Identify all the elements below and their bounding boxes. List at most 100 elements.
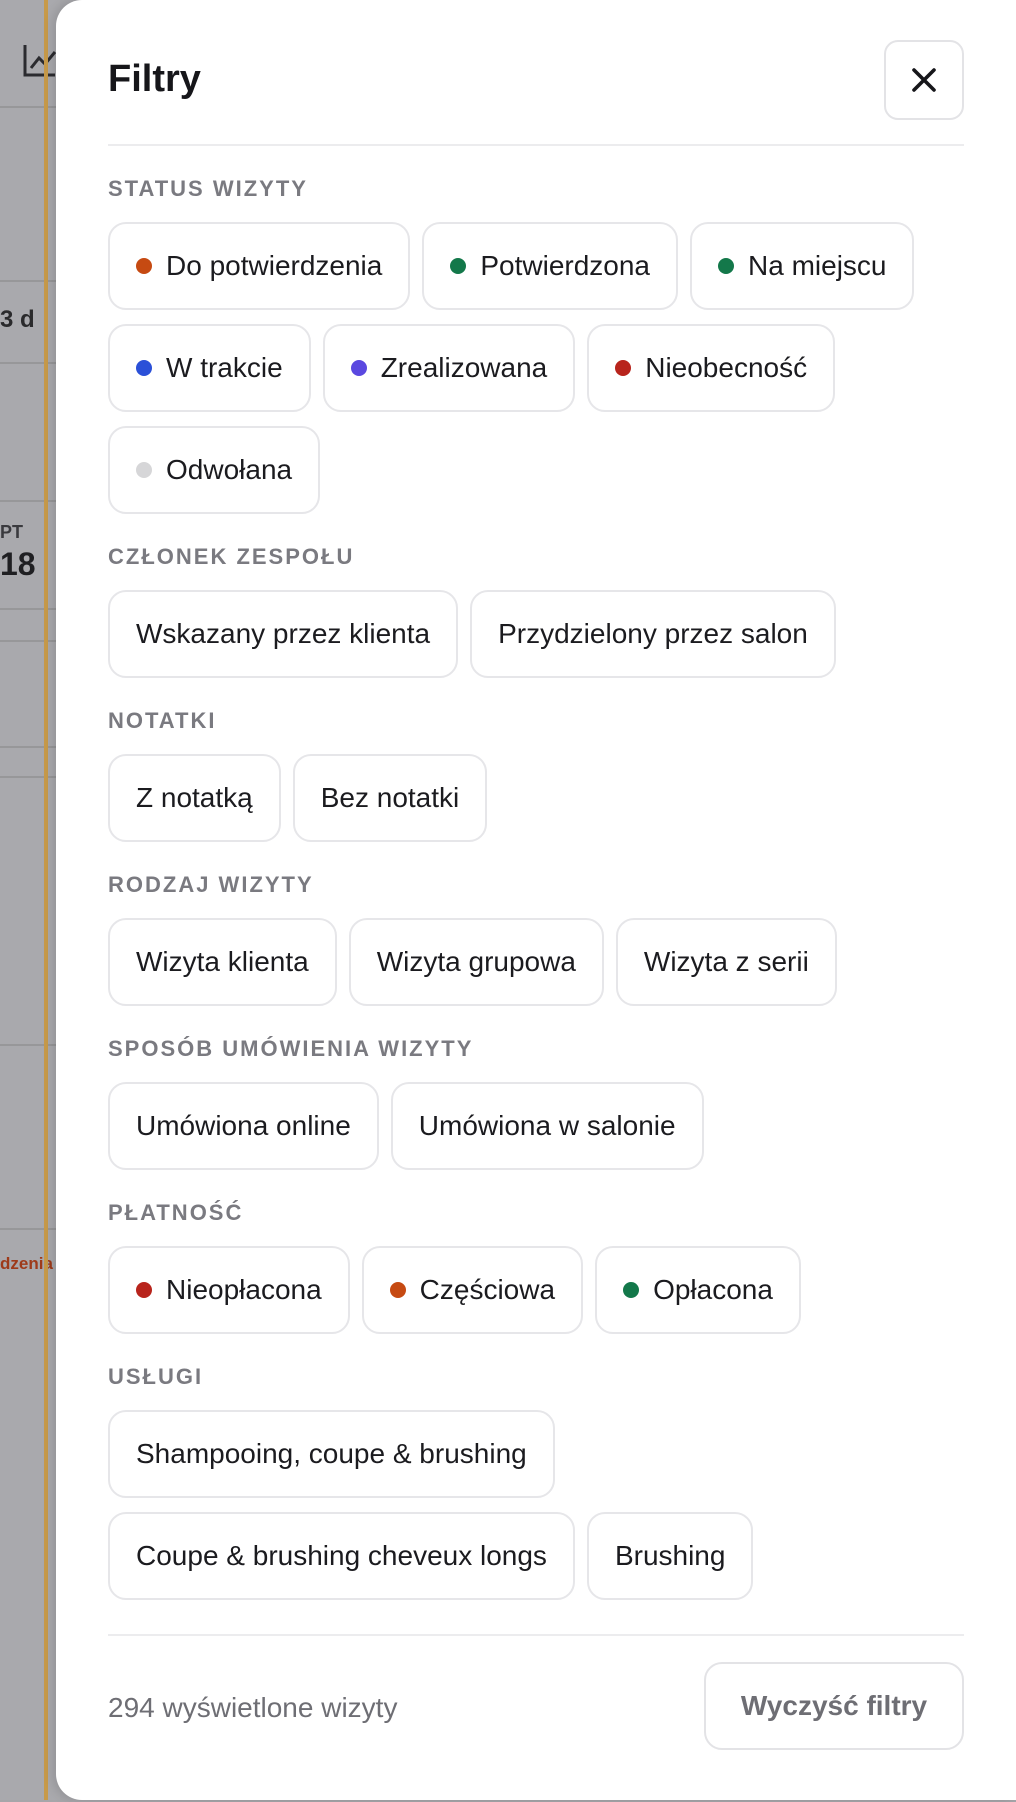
filter-chip[interactable]: Shampooing, coupe & brushing [108,1410,555,1498]
visits-count: 294 wyświetlone wizyty [108,1692,398,1723]
chip-label: Umówiona online [136,1110,351,1141]
filter-chip[interactable]: Brushing [586,1512,754,1600]
close-button[interactable] [884,40,964,120]
status-dot-icon [350,360,367,376]
filter-section: STATUS WIZYTY Do potwierdzenia Potwierdzon… [108,174,964,514]
filter-chip[interactable]: Nieobecność [587,324,836,412]
chip-label: Brushing [614,1540,726,1571]
filter-chip[interactable]: Wizyta grupowa [348,918,604,1006]
close-icon [912,68,936,92]
chip-group: Shampooing, coupe & brushing Coupe & brus… [108,1410,964,1600]
panel-edge-accent [44,0,48,1800]
status-dot-icon [136,360,152,376]
filter-chip[interactable]: Umówiona w salonie [390,1082,704,1170]
drawer-footer: 294 wyświetlone wizyty Wyczyść filtry [108,1634,964,1802]
filter-chip[interactable]: Nieopłacona [108,1246,350,1334]
chip-group: Nieopłacona Częściowa Opłacona [108,1246,964,1334]
chip-label: Opłacona [653,1274,773,1305]
divider [0,608,60,610]
filter-section: PŁATNOŚĆ Nieopłacona Częściowa Opłacona [108,1198,964,1334]
chip-label: Shampooing, coupe & brushing [136,1438,527,1469]
chip-label: W trakcie [166,352,283,383]
filter-chip[interactable]: Do potwierdzenia [108,222,411,310]
chip-label: Potwierdzona [480,250,650,281]
days-range-label: 3 d [0,306,35,333]
status-dot-icon [136,258,152,274]
section-title: STATUS WIZYTY [108,176,308,201]
filters-drawer: Filtry STATUS WIZYTY Do potwierdzenia Potw… [56,0,1016,1800]
status-dot-icon [389,1282,406,1298]
clear-filters-button[interactable]: Wyczyść filtry [704,1662,964,1750]
weekday-label: PT [0,522,24,542]
filter-chip[interactable]: Zrealizowana [322,324,576,412]
divider [0,1228,60,1230]
divider [0,1044,60,1046]
status-dot-icon [623,1282,640,1298]
filter-section: USŁUGI Shampooing, coupe & brushing Coupe … [108,1362,964,1600]
section-title: PŁATNOŚĆ [108,1200,244,1225]
chip-label: Wizyta z serii [643,946,809,977]
filter-chip[interactable]: Z notatką [108,754,281,842]
filter-chip[interactable]: Przydzielony przez salon [470,590,836,678]
chip-label: Na miejscu [748,250,887,281]
chart-icon [23,45,57,77]
divider [0,362,60,364]
section-title: CZŁONEK ZESPOŁU [108,544,355,569]
filter-chip[interactable]: Odwołana [108,426,321,514]
chip-label: Przydzielony przez salon [498,618,808,649]
section-title: SPOSÓB UMÓWIENIA WIZYTY [108,1036,474,1061]
filter-chip[interactable]: W trakcie [108,324,311,412]
filter-section: NOTATKI Z notatką Bez notatki [108,706,964,842]
chip-group: Wizyta klienta Wizyta grupowa Wizyta z ser… [108,918,964,1006]
chip-label: Do potwierdzenia [166,250,383,281]
chip-label: Z notatką [136,782,253,813]
filter-chip[interactable]: Umówiona online [108,1082,379,1170]
chip-label: Odwołana [166,454,293,485]
filter-chip[interactable]: Coupe & brushing cheveux longs [108,1512,575,1600]
filter-chip[interactable]: Częściowa [361,1246,584,1334]
chip-label: Wskazany przez klienta [136,618,431,649]
chip-label: Umówiona w salonie [418,1110,676,1141]
drawer-title: Filtry [108,58,201,100]
filter-section: RODZAJ WIZYTY Wizyta klienta Wizyta grupow… [108,870,964,1006]
chip-group: Z notatką Bez notatki [108,754,964,842]
calendar-background: 3 d PT 18 dzenia [0,0,60,1800]
filter-chip[interactable]: Wizyta z serii [615,918,837,1006]
chip-group: Umówiona online Umówiona w salonie [108,1082,964,1170]
status-dot-icon [718,258,734,274]
chip-label: Bez notatki [320,782,460,813]
chip-group: Do potwierdzenia Potwierdzona Na miejscu W … [108,222,964,514]
section-title: RODZAJ WIZYTY [108,872,314,897]
section-title: NOTATKI [108,708,217,733]
chip-group: Wskazany przez klienta Przydzielony przez… [108,590,964,678]
divider [0,746,60,748]
divider [0,640,60,642]
status-dot-icon [450,258,467,274]
filter-chip[interactable]: Opłacona [595,1246,801,1334]
divider [0,280,60,282]
drawer-header: Filtry [108,40,964,146]
status-dot-icon [615,360,632,376]
filter-section: SPOSÓB UMÓWIENIA WIZYTY Umówiona online Um… [108,1034,964,1170]
divider [0,500,60,502]
filter-chip[interactable]: Wizyta klienta [108,918,337,1006]
section-title: USŁUGI [108,1364,204,1389]
chip-label: Zrealizowana [380,352,548,383]
filter-chip[interactable]: Bez notatki [292,754,488,842]
divider [0,776,60,778]
chip-label: Wizyta klienta [136,946,309,977]
chip-label: Wizyta grupowa [376,946,576,977]
chip-label: Coupe & brushing cheveux longs [136,1540,547,1571]
filter-section: CZŁONEK ZESPOŁU Wskazany przez klienta Prz… [108,542,964,678]
filter-chip[interactable]: Wskazany przez klienta [108,590,459,678]
chip-label: Nieobecność [645,352,808,383]
filter-chip[interactable]: Na miejscu [690,222,915,310]
divider [0,106,60,108]
status-dot-icon [136,462,152,478]
date-number: 18 [0,546,36,582]
status-dot-icon [136,1282,152,1298]
chip-label: Nieopłacona [166,1274,322,1305]
filter-sections[interactable]: STATUS WIZYTY Do potwierdzenia Potwierdzon… [108,146,964,1632]
filter-chip[interactable]: Potwierdzona [422,222,678,310]
chip-label: Częściowa [419,1274,556,1305]
